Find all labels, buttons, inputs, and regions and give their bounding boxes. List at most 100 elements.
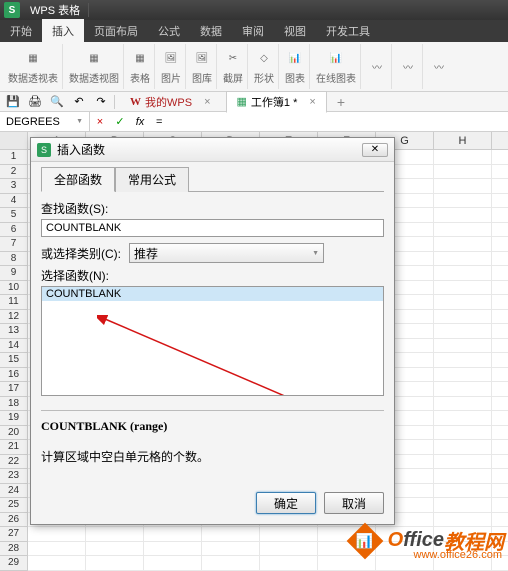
- ribbon-item-11[interactable]: 〰: [425, 44, 453, 89]
- print-icon[interactable]: 🖨: [26, 94, 44, 110]
- row-header[interactable]: 4: [0, 194, 27, 209]
- ribbon-形状[interactable]: ◇形状: [250, 44, 279, 89]
- cell[interactable]: [434, 513, 492, 527]
- tab-all-functions[interactable]: 全部函数: [41, 167, 115, 192]
- cell[interactable]: [260, 542, 318, 556]
- cell[interactable]: [434, 179, 492, 193]
- row-header[interactable]: 19: [0, 411, 27, 426]
- cell[interactable]: [434, 382, 492, 396]
- cell[interactable]: [434, 208, 492, 222]
- category-select[interactable]: 推荐 ▼: [129, 243, 324, 263]
- dialog-titlebar[interactable]: S 插入函数 ✕: [31, 138, 394, 162]
- row-header[interactable]: 22: [0, 455, 27, 470]
- row-header[interactable]: 18: [0, 397, 27, 412]
- cell[interactable]: [434, 455, 492, 469]
- name-box[interactable]: DEGREES ▼: [0, 112, 90, 131]
- cell[interactable]: [434, 469, 492, 483]
- row-header[interactable]: 28: [0, 542, 27, 557]
- cell[interactable]: [434, 498, 492, 512]
- cell[interactable]: [434, 281, 492, 295]
- menu-审阅[interactable]: 审阅: [232, 19, 274, 43]
- row-header[interactable]: 27: [0, 527, 27, 542]
- cell[interactable]: [144, 556, 202, 570]
- search-function-input[interactable]: [41, 219, 384, 237]
- cell[interactable]: [434, 150, 492, 164]
- cancel-button[interactable]: 取消: [324, 492, 384, 514]
- chevron-down-icon[interactable]: ▼: [76, 118, 83, 125]
- row-header[interactable]: 12: [0, 310, 27, 325]
- menu-公式[interactable]: 公式: [148, 19, 190, 43]
- redo-icon[interactable]: ↷: [92, 94, 110, 110]
- menu-视图[interactable]: 视图: [274, 19, 316, 43]
- menu-插入[interactable]: 插入: [42, 19, 84, 43]
- cell[interactable]: [260, 527, 318, 541]
- cell[interactable]: [434, 310, 492, 324]
- row-header[interactable]: 6: [0, 223, 27, 238]
- cell[interactable]: [434, 165, 492, 179]
- ribbon-图片[interactable]: 🖼图片: [157, 44, 186, 89]
- cell[interactable]: [434, 426, 492, 440]
- cell[interactable]: [434, 353, 492, 367]
- dialog-close-button[interactable]: ✕: [362, 143, 388, 157]
- row-header[interactable]: 8: [0, 252, 27, 267]
- chevron-down-icon[interactable]: ▼: [312, 250, 319, 257]
- menu-开发工具[interactable]: 开发工具: [316, 19, 380, 43]
- cell[interactable]: [434, 252, 492, 266]
- cell[interactable]: [144, 527, 202, 541]
- ribbon-item-10[interactable]: 〰: [394, 44, 423, 89]
- tab-my-wps[interactable]: W 我的WPS ×: [119, 91, 222, 113]
- cell[interactable]: [86, 527, 144, 541]
- cell[interactable]: [28, 542, 86, 556]
- cell[interactable]: [434, 397, 492, 411]
- cell[interactable]: [144, 542, 202, 556]
- row-header[interactable]: 1: [0, 150, 27, 165]
- row-header[interactable]: 25: [0, 498, 27, 513]
- preview-icon[interactable]: 🔍: [48, 94, 66, 110]
- row-header[interactable]: 24: [0, 484, 27, 499]
- ok-button[interactable]: 确定: [256, 492, 316, 514]
- row-header[interactable]: 3: [0, 179, 27, 194]
- cell[interactable]: [28, 527, 86, 541]
- row-header[interactable]: 20: [0, 426, 27, 441]
- cell[interactable]: [86, 542, 144, 556]
- row-header[interactable]: 2: [0, 165, 27, 180]
- list-item[interactable]: COUNTBLANK: [42, 287, 383, 301]
- row-header[interactable]: 16: [0, 368, 27, 383]
- select-all-corner[interactable]: [0, 132, 28, 149]
- close-icon[interactable]: ×: [309, 96, 315, 108]
- cell[interactable]: [434, 295, 492, 309]
- cell[interactable]: [434, 368, 492, 382]
- row-header[interactable]: 17: [0, 382, 27, 397]
- cell[interactable]: [434, 223, 492, 237]
- row-header[interactable]: 9: [0, 266, 27, 281]
- row-header[interactable]: 21: [0, 440, 27, 455]
- fx-button[interactable]: fx: [130, 116, 150, 128]
- cell[interactable]: [202, 556, 260, 570]
- menu-页面布局[interactable]: 页面布局: [84, 19, 148, 43]
- row-header[interactable]: 7: [0, 237, 27, 252]
- tab-workbook[interactable]: ▦ 工作簿1 * ×: [226, 91, 327, 113]
- row-header[interactable]: 29: [0, 556, 27, 571]
- tab-common-formulas[interactable]: 常用公式: [115, 167, 189, 192]
- row-header[interactable]: 5: [0, 208, 27, 223]
- menu-开始[interactable]: 开始: [0, 19, 42, 43]
- ribbon-表格[interactable]: ▦表格: [126, 44, 155, 89]
- ribbon-item-9[interactable]: 〰: [363, 44, 392, 89]
- cell[interactable]: [434, 324, 492, 338]
- cell[interactable]: [86, 556, 144, 570]
- cell[interactable]: [434, 484, 492, 498]
- ribbon-图表[interactable]: 📊图表: [281, 44, 310, 89]
- cell[interactable]: [318, 556, 376, 570]
- row-header[interactable]: 26: [0, 513, 27, 528]
- cell[interactable]: [28, 556, 86, 570]
- cell[interactable]: [434, 237, 492, 251]
- cell[interactable]: [434, 339, 492, 353]
- cell[interactable]: [202, 527, 260, 541]
- row-header[interactable]: 23: [0, 469, 27, 484]
- confirm-formula-button[interactable]: ✓: [110, 115, 130, 128]
- row-header[interactable]: 15: [0, 353, 27, 368]
- cell[interactable]: [260, 556, 318, 570]
- ribbon-数据透视图[interactable]: ▦数据透视图: [65, 44, 124, 89]
- undo-icon[interactable]: ↶: [70, 94, 88, 110]
- row-header[interactable]: 11: [0, 295, 27, 310]
